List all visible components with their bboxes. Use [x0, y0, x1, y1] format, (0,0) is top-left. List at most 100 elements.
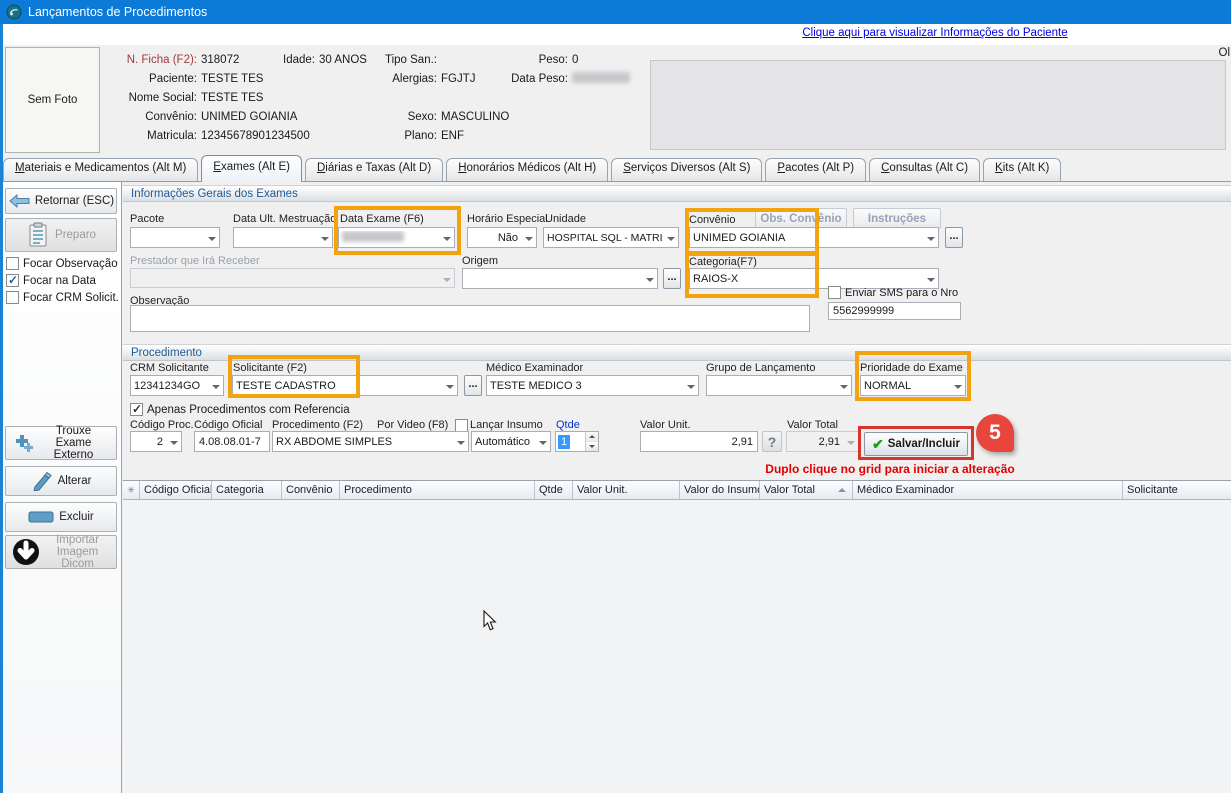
grid-body[interactable]: <Sem Registros>	[123, 500, 1231, 793]
green-check-icon	[872, 436, 884, 453]
col-valor-total[interactable]: Valor Total	[760, 481, 853, 499]
solicitante-browse-button[interactable]: ...	[464, 375, 482, 396]
prioridade-select[interactable]: NORMAL	[860, 375, 966, 396]
app-icon	[6, 4, 22, 20]
retornar-button[interactable]: Retornar (ESC)	[5, 188, 117, 214]
link-row: Clique aqui para visualizar Informações …	[0, 24, 1231, 45]
valor-unit-label: Valor Unit.	[640, 419, 691, 431]
alterar-button[interactable]: Alterar	[5, 466, 117, 496]
tab-honorarios[interactable]: Honorários Médicos (Alt H)	[446, 158, 608, 181]
focar-crm-checkbox[interactable]: Focar CRM Solicit.	[6, 291, 119, 304]
convenio-label: Convênio:	[55, 111, 197, 123]
col-codigo-oficial[interactable]: Código Oficial	[140, 481, 212, 499]
sms-numero-input[interactable]: 5562999999	[828, 302, 961, 320]
horario-especial-label: Horário Especial	[467, 213, 548, 225]
crm-solicitante-select[interactable]: 12341234GO	[130, 375, 224, 396]
chevron-down-icon	[521, 228, 536, 247]
data-ult-select[interactable]	[233, 227, 333, 248]
grid-header: Código Oficial Categoria Convênio Proced…	[123, 480, 1231, 500]
pacote-label: Pacote	[130, 213, 164, 225]
chevron-down-icon	[663, 228, 678, 247]
data-peso-label: Data Peso:	[450, 73, 568, 85]
instrucoes-button[interactable]: Instruções	[853, 208, 941, 229]
valor-unit-input[interactable]: 2,91	[640, 431, 758, 452]
col-medico-examinador[interactable]: Médico Examinador	[853, 481, 1123, 499]
prestador-select[interactable]	[130, 268, 455, 288]
help-icon[interactable]: ?	[762, 431, 782, 452]
medico-examinador-select[interactable]: TESTE MEDICO 3	[486, 375, 699, 396]
focar-observacao-checkbox[interactable]: Focar Observação	[6, 257, 118, 270]
sort-asc-icon	[838, 484, 846, 492]
convenio-value: UNIMED GOIANIA	[197, 111, 297, 123]
convenio-select[interactable]: UNIMED GOIANIA	[689, 227, 939, 248]
tab-exames[interactable]: Exames (Alt E)	[201, 155, 302, 182]
codigo-proc-select[interactable]: 2	[130, 431, 182, 452]
origem-browse-button[interactable]: ...	[663, 268, 681, 289]
lancar-insumo-select[interactable]: Automático	[471, 431, 551, 452]
observacao-input[interactable]	[130, 305, 810, 332]
convenio-browse-button[interactable]: ...	[945, 227, 963, 248]
matricula-label: Matricula:	[55, 130, 197, 142]
apenas-referencia-checkbox[interactable]: Apenas Procedimentos com Referencia	[130, 403, 350, 416]
tab-materiais[interactable]: Materiais e Medicamentos (Alt M)	[3, 158, 198, 181]
col-valor-unit[interactable]: Valor Unit.	[573, 481, 680, 499]
data-ult-label: Data Ult. Mestruação	[233, 213, 336, 225]
obs-convenio-button[interactable]: Obs. Convênio	[755, 208, 847, 229]
trouxe-exame-externo-button[interactable]: Trouxe Exame Externo	[5, 426, 117, 460]
step-5-badge: 5	[976, 414, 1014, 452]
horario-especial-select[interactable]: Não	[467, 227, 537, 248]
procedimento-select[interactable]: RX ABDOME SIMPLES	[272, 431, 469, 452]
focar-na-data-checkbox[interactable]: Focar na Data	[6, 274, 96, 287]
idade-label: Idade:	[250, 54, 315, 66]
chevron-down-icon	[204, 228, 219, 247]
importar-dicom-button[interactable]: Importar Imagem Dicom	[5, 535, 117, 569]
convenio-field-label: Convênio	[689, 214, 735, 226]
tab-kits[interactable]: Kits (Alt K)	[983, 158, 1061, 181]
nome-social-value: TESTE TES	[197, 92, 263, 104]
enviar-sms-checkbox[interactable]: Enviar SMS para o Nro	[828, 286, 958, 299]
origem-select[interactable]	[462, 268, 658, 289]
nome-social-label: Nome Social:	[55, 92, 197, 104]
chevron-down-icon	[843, 432, 858, 451]
unidade-select[interactable]: HOSPITAL SQL - MATRIZ	[543, 227, 679, 248]
excluir-button[interactable]: Excluir	[5, 502, 117, 532]
tab-servicos[interactable]: Serviços Diversos (Alt S)	[611, 158, 762, 181]
codigo-proc-label: Código Proc.	[130, 419, 194, 431]
col-procedimento[interactable]: Procedimento	[340, 481, 535, 499]
data-exame-redacted-value	[342, 231, 404, 242]
main-area: Retornar (ESC) Preparo Focar Observação …	[0, 182, 1231, 793]
chevron-down-icon	[166, 432, 181, 451]
data-exame-select[interactable]	[338, 227, 455, 248]
n-ficha-label: N. Ficha (F2):	[55, 54, 197, 66]
grid-hint-text: Duplo clique no grid para iniciar a alte…	[700, 462, 1080, 476]
col-convenio[interactable]: Convênio	[282, 481, 340, 499]
observation-panel	[650, 60, 1226, 150]
procedimento-section-header: Procedimento	[123, 344, 1231, 361]
tab-pacotes[interactable]: Pacotes (Alt P)	[765, 158, 866, 181]
preparo-button[interactable]: Preparo	[5, 218, 117, 252]
salvar-incluir-button[interactable]: Salvar/Incluir	[864, 432, 968, 456]
grupo-lancamento-select[interactable]	[706, 375, 852, 396]
col-solicitante[interactable]: Solicitante	[1123, 481, 1231, 499]
download-circle-icon	[12, 538, 40, 566]
solicitante-select[interactable]: TESTE CADASTRO	[232, 375, 458, 396]
patient-info-link[interactable]: Clique aqui para visualizar Informações …	[700, 27, 1170, 39]
crm-solicitante-label: CRM Solicitante	[130, 362, 209, 374]
chevron-down-icon	[950, 376, 965, 395]
spinner-up-icon[interactable]	[585, 432, 598, 442]
col-valor-insumo[interactable]: Valor do Insumo	[680, 481, 760, 499]
codigo-oficial-input[interactable]: 4.08.08.01-7	[194, 431, 270, 452]
medico-examinador-label: Médico Examinador	[486, 362, 583, 374]
checkbox-icon	[6, 257, 19, 270]
qtde-stepper[interactable]: 1	[555, 431, 599, 452]
col-categoria[interactable]: Categoria	[212, 481, 282, 499]
spinner-down-icon[interactable]	[585, 442, 598, 452]
peso-label: Peso:	[450, 54, 568, 66]
n-ficha-value: 318072	[197, 54, 239, 66]
col-qtde[interactable]: Qtde	[535, 481, 573, 499]
tab-diarias[interactable]: Diárias e Taxas (Alt D)	[305, 158, 443, 181]
tab-consultas[interactable]: Consultas (Alt C)	[869, 158, 980, 181]
pacote-select[interactable]	[130, 227, 220, 248]
patient-header: Sem Foto N. Ficha (F2):318072 Paciente:T…	[0, 45, 1231, 155]
matricula-value: 12345678901234500	[197, 130, 310, 142]
